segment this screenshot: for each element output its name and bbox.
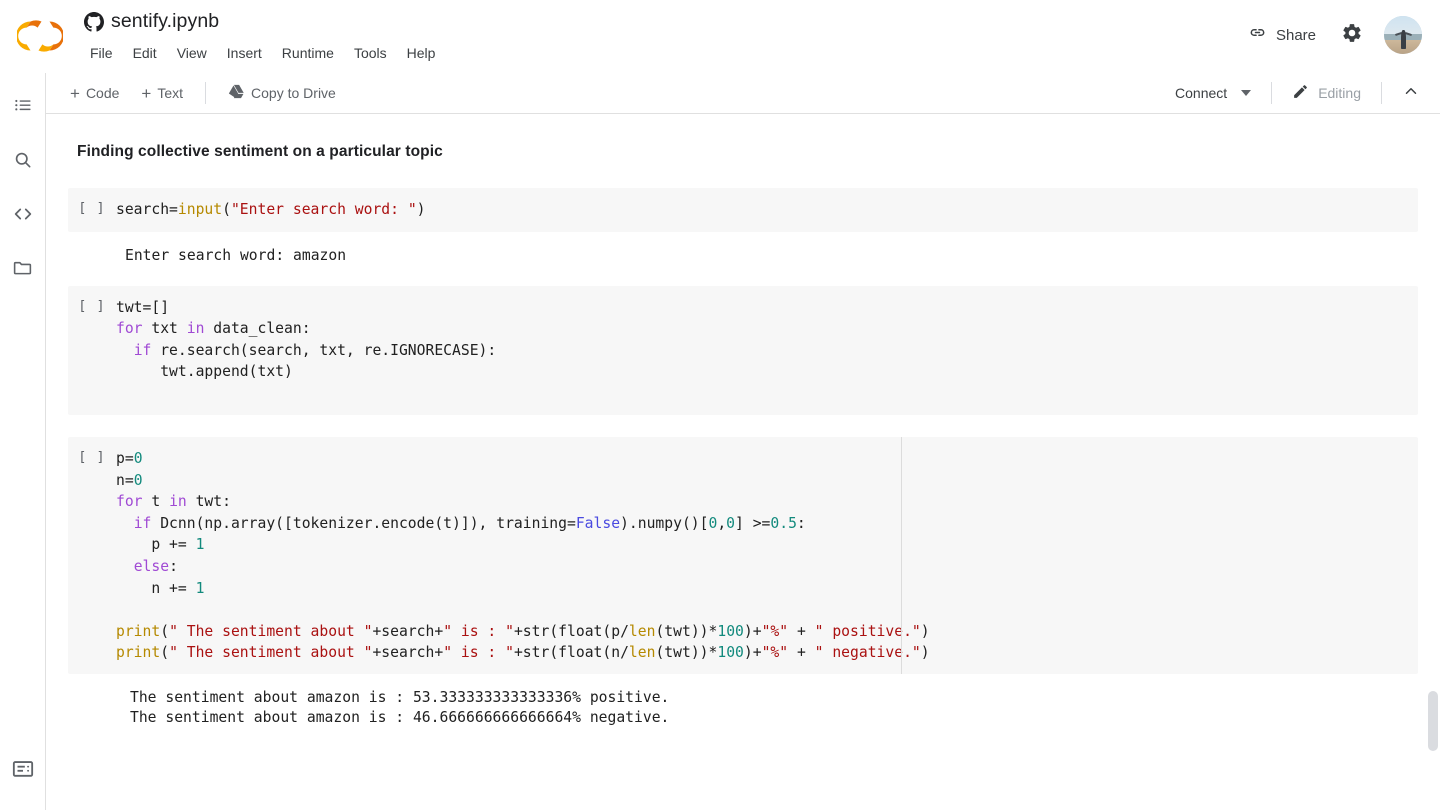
colab-app: sentify.ipynb File Edit View Insert Runt…: [0, 0, 1440, 810]
editing-label: Editing: [1318, 85, 1361, 101]
run-cell-button[interactable]: [ ]: [68, 448, 116, 664]
code-editor[interactable]: twt=[] for txt in data_clean: if re.sear…: [116, 297, 1418, 383]
colab-logo[interactable]: [16, 17, 64, 55]
scrollbar-thumb[interactable]: [1428, 691, 1438, 751]
app-header: sentify.ipynb File Edit View Insert Runt…: [0, 0, 1440, 73]
notebook-toolbar: + Code + Text Copy to Drive Connect Edit…: [46, 73, 1440, 114]
chevron-down-icon: [1241, 90, 1252, 96]
toc-icon: [13, 96, 33, 121]
sidebar-item-search[interactable]: [6, 145, 40, 179]
menu-view[interactable]: View: [167, 43, 217, 63]
document-title[interactable]: sentify.ipynb: [111, 10, 219, 33]
github-icon: [84, 11, 104, 32]
sidebar-item-code-snippets[interactable]: [6, 199, 40, 233]
toolbar-divider: [1271, 82, 1273, 104]
account-button[interactable]: [1380, 12, 1426, 58]
run-cell-button[interactable]: [ ]: [68, 297, 116, 383]
menu-tools[interactable]: Tools: [344, 43, 397, 63]
terminal-icon: [12, 759, 34, 783]
share-button[interactable]: Share: [1236, 16, 1328, 54]
connect-button[interactable]: Connect: [1161, 79, 1261, 107]
cell-output: The sentiment about amazon is : 46.66666…: [130, 708, 670, 726]
sidebar-item-terminal[interactable]: [6, 754, 40, 788]
code-token: input: [177, 201, 223, 218]
column-ruler: [901, 436, 902, 674]
gear-icon: [1341, 22, 1363, 49]
search-icon: [13, 150, 33, 175]
menu-file[interactable]: File: [80, 43, 123, 63]
share-label: Share: [1275, 26, 1316, 44]
add-text-cell-button[interactable]: + Text: [131, 80, 193, 107]
markdown-heading: Finding collective sentiment on a partic…: [77, 143, 443, 160]
chevron-up-icon: [1402, 82, 1420, 105]
code-editor[interactable]: p=0 n=0 for t in twt: if Dcnn(np.array([…: [116, 448, 1418, 664]
collapse-toolbar-button[interactable]: [1392, 76, 1430, 111]
add-code-label: Code: [85, 85, 120, 101]
sidebar-item-files[interactable]: [6, 253, 40, 287]
header-actions: Share: [1236, 12, 1426, 58]
code-token: search=: [116, 201, 178, 218]
link-icon: [1248, 23, 1267, 47]
cell-output: Enter search word: amazon: [125, 246, 347, 264]
code-token: ): [416, 201, 426, 218]
vertical-scrollbar[interactable]: [1426, 114, 1440, 810]
code-cell[interactable]: [ ] search=input("Enter search word: "): [68, 188, 1418, 232]
menu-edit[interactable]: Edit: [123, 43, 167, 63]
code-token: "Enter search word: ": [230, 201, 417, 218]
user-avatar: [1384, 16, 1422, 54]
notebook-scroll-area[interactable]: Finding collective sentiment on a partic…: [46, 114, 1440, 810]
cell-output: The sentiment about amazon is : 53.33333…: [130, 688, 670, 706]
connect-label: Connect: [1175, 85, 1228, 101]
document-title-row[interactable]: sentify.ipynb: [84, 10, 219, 33]
plus-icon: +: [70, 83, 80, 103]
editing-status-button[interactable]: Editing: [1282, 77, 1371, 109]
drive-icon: [228, 84, 245, 102]
files-icon: [12, 257, 33, 283]
sidebar-item-toc[interactable]: [6, 91, 40, 125]
copy-to-drive-label: Copy to Drive: [251, 85, 336, 101]
code-snippets-icon: [12, 203, 34, 230]
copy-to-drive-button[interactable]: Copy to Drive: [218, 79, 346, 107]
toolbar-divider: [1381, 82, 1382, 104]
add-text-label: Text: [157, 85, 184, 101]
settings-button[interactable]: [1332, 15, 1372, 55]
menu-bar: File Edit View Insert Runtime Tools Help: [80, 43, 445, 63]
run-cell-button[interactable]: [ ]: [68, 199, 116, 221]
code-cell[interactable]: [ ] twt=[] for txt in data_clean: if re.…: [68, 285, 1418, 415]
code-cell[interactable]: [ ] p=0 n=0 for t in twt: if Dcnn(np.arr…: [68, 436, 1418, 674]
left-sidebar: [0, 73, 46, 810]
add-code-cell-button[interactable]: + Code: [60, 80, 129, 107]
pencil-icon: [1292, 83, 1309, 103]
menu-help[interactable]: Help: [397, 43, 446, 63]
toolbar-divider: [205, 82, 207, 104]
code-editor[interactable]: search=input("Enter search word: "): [116, 199, 1418, 221]
menu-insert[interactable]: Insert: [217, 43, 272, 63]
menu-runtime[interactable]: Runtime: [272, 43, 344, 63]
plus-icon: +: [141, 83, 152, 103]
code-token: (: [222, 201, 231, 218]
